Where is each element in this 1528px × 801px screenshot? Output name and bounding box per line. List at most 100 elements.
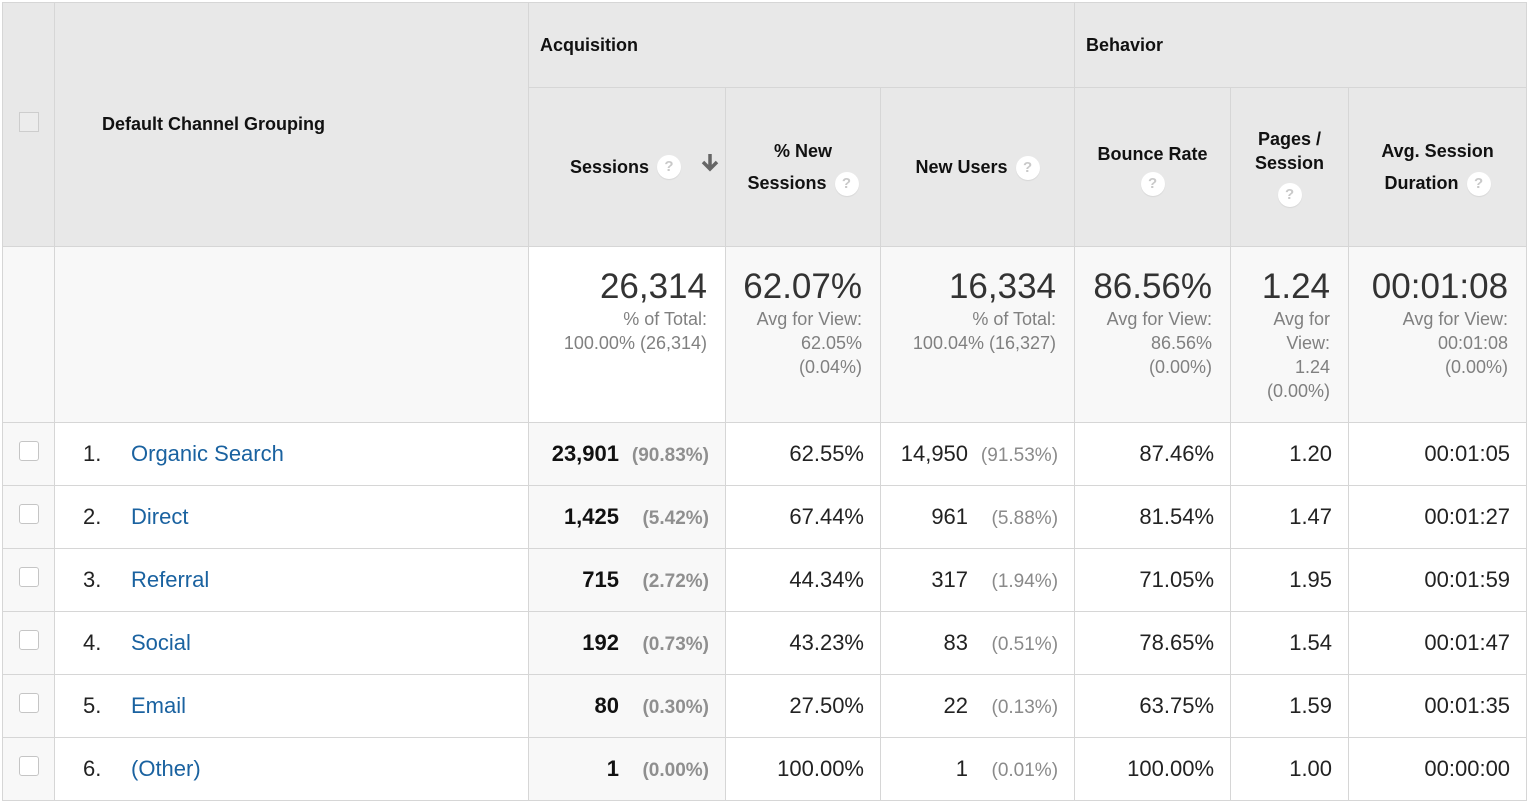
sessions-value: 80 (594, 693, 619, 718)
avg-duration-cell: 00:01:35 (1348, 674, 1528, 738)
pages-per-session-column-header[interactable]: Pages / Session ? (1230, 87, 1350, 247)
totals-pct-new-sessions: 62.07% Avg for View: 62.05% (0.04%) (725, 246, 881, 423)
help-icon[interactable]: ? (1015, 156, 1040, 181)
avg-duration-value: 00:01:47 (1424, 630, 1511, 655)
pct-new-sessions-column-header[interactable]: % New Sessions? (725, 87, 881, 247)
table-row: 3. Referral 715 (2.72%) 44.34% 317 (1.94%) … (2, 548, 1528, 612)
avg-duration-cell: 00:01:47 (1348, 611, 1528, 675)
totals-new-users: 16,334 % of Total: 100.04% (16,327) (879, 246, 1076, 423)
row-checkbox[interactable] (18, 567, 39, 587)
row-select-cell (2, 485, 55, 549)
totals-pages-caption-2: View: (1286, 333, 1331, 353)
bounce-rate-cell: 78.65% (1074, 611, 1232, 675)
totals-bounce-caption: Avg for View: (1106, 309, 1213, 329)
avg-duration-value: 00:00:00 (1424, 756, 1511, 781)
avg-duration-cell: 00:01:27 (1348, 485, 1528, 549)
bounce-rate-column-header[interactable]: Bounce Rate ? (1074, 87, 1232, 247)
sessions-value: 1 (606, 756, 619, 781)
select-all-checkbox[interactable] (18, 112, 39, 132)
bounce-rate-cell: 81.54% (1074, 485, 1232, 549)
help-icon[interactable]: ? (657, 155, 681, 179)
totals-pages-value: 1.24 (1261, 267, 1331, 306)
totals-pct-new-avg: 62.05% (800, 333, 862, 353)
pct-new-sessions-cell: 67.44% (725, 485, 881, 549)
help-icon[interactable]: ? (1277, 183, 1302, 207)
new-users-percent: (91.53%) (980, 445, 1059, 466)
pct-new-sessions-cell: 27.50% (725, 674, 881, 738)
bounce-rate-value: 63.75% (1139, 693, 1215, 718)
channel-cell: 6. (Other) (54, 737, 529, 801)
bounce-rate-cell: 100.00% (1074, 737, 1232, 801)
dimension-header[interactable]: Default Channel Grouping (54, 2, 529, 247)
bounce-rate-cell: 63.75% (1074, 674, 1232, 738)
dimension-header-label: Default Channel Grouping (102, 114, 325, 134)
row-index: 3. (83, 567, 102, 592)
sessions-cell: 23,901 (90.83%) (528, 422, 726, 486)
sessions-cell: 715 (2.72%) (528, 548, 726, 612)
totals-duration-caption: Avg for View: (1402, 309, 1509, 329)
totals-new-users-value: 16,334 (948, 267, 1057, 306)
row-index: 5. (83, 693, 102, 718)
bounce-rate-value: 87.46% (1139, 441, 1215, 466)
sort-descending-icon[interactable] (699, 151, 721, 183)
totals-pct-new-value: 62.07% (743, 267, 862, 306)
new-users-column-header[interactable]: New Users? (879, 87, 1076, 247)
avg-duration-value: 00:01:35 (1424, 693, 1511, 718)
channel-link[interactable]: Referral (131, 567, 209, 592)
avg-duration-cell: 00:00:00 (1348, 737, 1528, 801)
totals-sessions-detail: 100.00% (26,314) (563, 333, 707, 353)
new-users-value: 14,950 (900, 441, 969, 466)
row-checkbox[interactable] (18, 630, 39, 650)
totals-bounce-rate: 86.56% Avg for View: 86.56% (0.00%) (1074, 246, 1232, 423)
pct-new-sessions-value: 100.00% (777, 756, 864, 781)
channel-link[interactable]: Social (131, 630, 191, 655)
bounce-rate-value: 71.05% (1139, 567, 1215, 592)
table-row: 4. Social 192 (0.73%) 43.23% 83 (0.51%) 78.… (2, 611, 1528, 675)
sessions-column-header[interactable]: Sessions ? (528, 87, 726, 247)
help-icon[interactable]: ? (1466, 172, 1491, 197)
pct-new-sessions-label-2: Sessions (747, 173, 827, 193)
new-users-value: 317 (931, 567, 969, 592)
pages-session-cell: 1.00 (1230, 737, 1350, 801)
avg-duration-value: 00:01:59 (1424, 567, 1511, 592)
new-users-cell: 317 (1.94%) (879, 548, 1076, 612)
avg-session-duration-column-header[interactable]: Avg. Session Duration? (1348, 87, 1528, 247)
channel-link[interactable]: Email (131, 693, 186, 718)
new-users-value: 22 (943, 693, 969, 718)
avg-duration-value: 00:01:05 (1424, 441, 1511, 466)
new-users-value: 83 (943, 630, 969, 655)
pct-new-sessions-label-1: % New (773, 141, 833, 161)
channel-link[interactable]: Organic Search (131, 441, 284, 466)
channel-link[interactable]: (Other) (131, 756, 201, 781)
row-checkbox[interactable] (18, 756, 39, 776)
row-checkbox[interactable] (18, 441, 39, 461)
table-row: 6. (Other) 1 (0.00%) 100.00% 1 (0.01%) 100.… (2, 737, 1528, 801)
totals-bounce-value: 86.56% (1093, 267, 1213, 306)
pct-new-sessions-value: 44.34% (789, 567, 864, 592)
table-row: 5. Email 80 (0.30%) 27.50% 22 (0.13%) 63.75… (2, 674, 1528, 738)
help-icon[interactable]: ? (834, 172, 859, 197)
sessions-percent: (5.42%) (642, 508, 709, 529)
totals-avg-duration: 00:01:08 Avg for View: 00:01:08 (0.00%) (1348, 246, 1528, 423)
help-icon[interactable]: ? (1140, 172, 1165, 196)
totals-duration-avg: 00:01:08 (1437, 333, 1509, 353)
bounce-rate-value: 100.00% (1127, 756, 1215, 781)
avg-duration-label-1: Avg. Session (1381, 141, 1494, 161)
pct-new-sessions-cell: 100.00% (725, 737, 881, 801)
totals-new-users-caption: % of Total: (972, 309, 1057, 329)
totals-sessions: 26,314 % of Total: 100.00% (26,314) (528, 246, 726, 423)
pages-session-cell: 1.54 (1230, 611, 1350, 675)
pages-session-cell: 1.95 (1230, 548, 1350, 612)
totals-sessions-value: 26,314 (599, 267, 707, 306)
row-checkbox[interactable] (18, 504, 39, 524)
table-row: 1. Organic Search 23,901 (90.83%) 62.55% 1… (2, 422, 1528, 486)
pages-session-value: 1.95 (1289, 567, 1333, 592)
totals-pct-new-delta: (0.04%) (798, 357, 862, 377)
channel-link[interactable]: Direct (131, 504, 188, 529)
row-select-cell (2, 674, 55, 738)
sessions-cell: 1 (0.00%) (528, 737, 726, 801)
new-users-cell: 1 (0.01%) (879, 737, 1076, 801)
totals-bounce-delta: (0.00%) (1149, 357, 1213, 377)
pct-new-sessions-value: 67.44% (789, 504, 864, 529)
row-checkbox[interactable] (18, 693, 39, 713)
